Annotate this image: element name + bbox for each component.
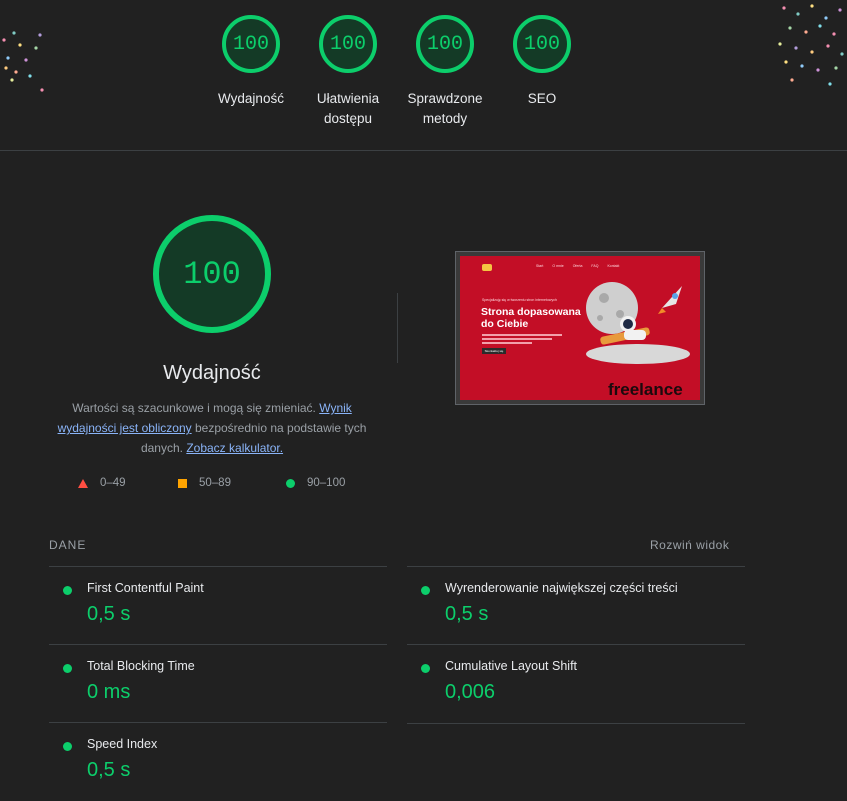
metric-value: 0,006 xyxy=(445,681,496,703)
legend-pass: 90–100 xyxy=(286,477,345,489)
site-nav-link: Start xyxy=(536,264,544,268)
pass-circle-icon xyxy=(63,664,72,673)
metric-first-contentful-paint: First Contentful Paint 0,5 s xyxy=(49,566,387,645)
gauge-accessibility[interactable]: 100 Ułatwienia dostępu xyxy=(308,15,388,129)
metric-name: Total Blocking Time xyxy=(87,659,195,673)
expand-view-toggle[interactable]: Rozwiń widok xyxy=(650,538,729,552)
gauge-score: 100 xyxy=(319,15,377,73)
site-paragraph-line xyxy=(482,334,562,336)
legend-range: 50–89 xyxy=(199,477,231,489)
metric-speed-index: Speed Index 0,5 s xyxy=(49,722,387,801)
site-nav-link: FAQ xyxy=(591,264,599,268)
gauge-label: SEO xyxy=(527,91,557,106)
metric-cumulative-layout-shift: Cumulative Layout Shift 0,006 xyxy=(407,644,745,724)
metric-name: Wyrenderowanie największej części treści xyxy=(445,581,678,595)
pass-circle-icon xyxy=(63,586,72,595)
gauge-performance[interactable]: 100 Wydajność xyxy=(211,15,291,109)
legend-fail: 0–49 xyxy=(78,477,126,489)
screenshot-page: Start O mnie Oferta FAQ Kontakt Specjali… xyxy=(460,256,700,400)
gauge-score: 100 xyxy=(416,15,474,73)
pass-circle-icon xyxy=(63,742,72,751)
final-screenshot[interactable]: Start O mnie Oferta FAQ Kontakt Specjali… xyxy=(455,251,705,405)
square-icon xyxy=(178,478,187,488)
legend-range: 90–100 xyxy=(307,477,346,489)
gauge-score: 100 xyxy=(222,15,280,73)
gauge-label: Sprawdzone metody xyxy=(407,91,483,126)
site-headline-line: do Ciebie xyxy=(481,318,529,330)
site-logo xyxy=(482,264,492,271)
metric-total-blocking-time: Total Blocking Time 0 ms xyxy=(49,644,387,723)
site-cta-button: Skontaktuj się xyxy=(482,348,506,354)
metric-name: Cumulative Layout Shift xyxy=(445,659,578,673)
site-nav-link: Oferta xyxy=(572,264,583,268)
legend-range: 0–49 xyxy=(100,477,126,489)
performance-score-gauge: 100 xyxy=(153,215,271,333)
triangle-icon xyxy=(78,478,88,488)
score-header: 100 Wydajność 100 Ułatwienia dostępu 100… xyxy=(0,0,847,151)
description-text: Wartości są szacunkowe i mogą się zmieni… xyxy=(72,401,316,415)
metric-value: 0,5 s xyxy=(87,603,131,625)
metrics-section-label: DANE xyxy=(49,538,87,552)
metric-value: 0,5 s xyxy=(445,603,489,625)
site-watermark: freelance xyxy=(608,380,683,399)
calculator-link[interactable]: Zobacz kalkulator. xyxy=(186,441,283,455)
pass-circle-icon xyxy=(421,664,430,673)
performance-description: Wartości są szacunkowe i mogą się zmieni… xyxy=(50,398,374,458)
site-kicker: Specjalizuję się w tworzeniu stron inter… xyxy=(482,298,557,302)
metric-largest-contentful-paint: Wyrenderowanie największej części treści… xyxy=(407,566,745,645)
site-nav-link: Kontakt xyxy=(607,264,620,268)
divider xyxy=(397,293,398,363)
metric-name: First Contentful Paint xyxy=(87,581,204,595)
gauge-seo[interactable]: 100 SEO xyxy=(502,15,582,109)
site-paragraph-line xyxy=(482,338,552,340)
moon-astronaut-illustration xyxy=(586,282,690,364)
performance-title: Wydajność xyxy=(163,362,261,384)
site-headline: Strona dopasowana do Ciebie xyxy=(481,306,581,330)
pass-circle-icon xyxy=(421,586,430,595)
circle-icon xyxy=(286,478,295,488)
metric-value: 0 ms xyxy=(87,681,131,703)
gauge-label: Ułatwienia dostępu xyxy=(316,91,380,126)
site-nav-link: O mnie xyxy=(552,264,564,268)
gauge-label: Wydajność xyxy=(218,91,284,106)
site-headline-line: Strona dopasowana xyxy=(481,306,581,318)
site-nav: Start O mnie Oferta FAQ Kontakt xyxy=(536,264,619,268)
metric-name: Speed Index xyxy=(87,737,158,751)
gauge-score: 100 xyxy=(513,15,571,73)
legend-average: 50–89 xyxy=(178,477,231,489)
site-paragraph-line xyxy=(482,342,532,344)
metric-value: 0,5 s xyxy=(87,759,131,781)
gauge-best-practices[interactable]: 100 Sprawdzone metody xyxy=(405,15,485,129)
